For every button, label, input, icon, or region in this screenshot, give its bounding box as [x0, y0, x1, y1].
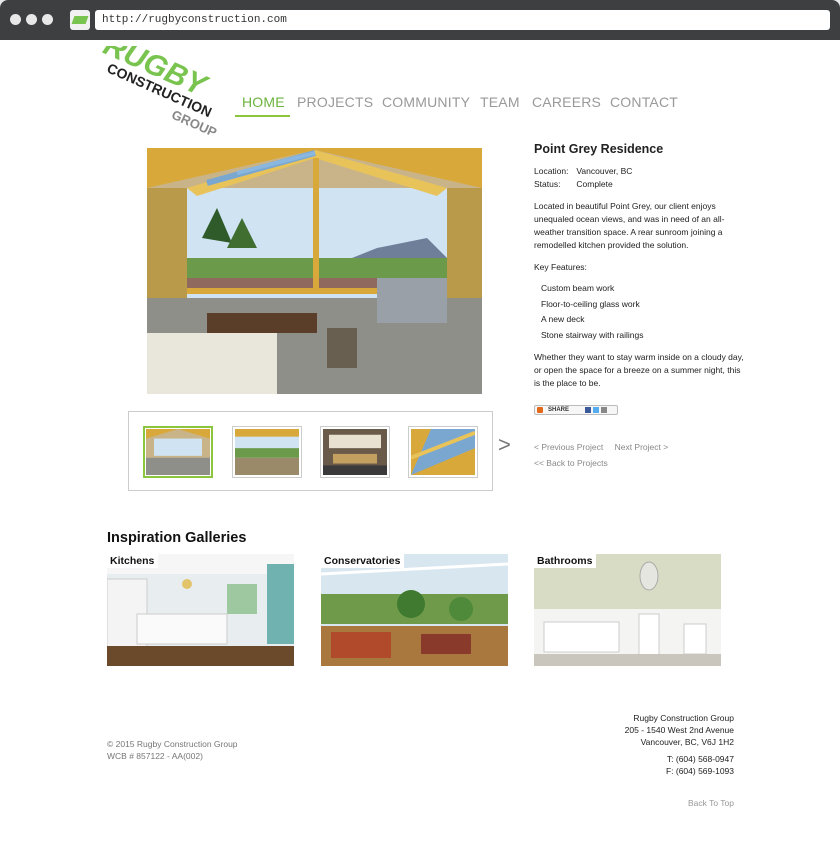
features-heading: Key Features: [534, 262, 587, 272]
feature-item: Stone stairway with railings [541, 329, 644, 340]
company-name: Rugby Construction Group [633, 713, 734, 723]
back-to-top-link[interactable]: Back To Top [688, 798, 734, 808]
thumbnail-next-arrow[interactable]: > [498, 434, 511, 456]
address-line2: Vancouver, BC, V6J 1H2 [640, 737, 734, 747]
gallery-label: Kitchens [107, 554, 159, 568]
address-line1: 205 - 1540 West 2nd Avenue [624, 725, 734, 735]
thumbnail-2[interactable] [232, 426, 302, 478]
thumbnail-3[interactable] [320, 426, 390, 478]
address-bar[interactable]: http://rugbyconstruction.com [95, 10, 830, 30]
thumbnail-strip [128, 411, 493, 491]
browser-window: http://rugbyconstruction.com RUGBY CONST… [0, 0, 840, 851]
status-row: Status: Complete [534, 179, 613, 189]
nav-item-careers[interactable]: CAREERS [532, 94, 601, 110]
window-dot-icon[interactable] [26, 14, 37, 25]
previous-project-link[interactable]: < Previous Project [534, 442, 603, 452]
share-button[interactable]: SHARE [534, 405, 618, 415]
nav-item-community[interactable]: COMMUNITY [382, 94, 470, 110]
share-plus-icon [537, 407, 543, 413]
window-dot-icon[interactable] [10, 14, 21, 25]
thumbnail-4[interactable] [408, 426, 478, 478]
status-value: Complete [576, 179, 613, 189]
social-icons [585, 407, 607, 413]
back-to-projects: << Back to Projects [534, 458, 608, 468]
project-title: Point Grey Residence [534, 142, 664, 156]
location-row: Location: Vancouver, BC [534, 166, 633, 176]
favicon-icon [70, 10, 90, 30]
thumbnail-1[interactable] [143, 426, 213, 478]
project-main-image [147, 148, 482, 394]
wcb-number: WCB # 857122 - AA(002) [107, 751, 203, 761]
nav-item-team[interactable]: TEAM [480, 94, 520, 110]
copyright: © 2015 Rugby Construction Group [107, 739, 238, 749]
gallery-label: Conservatories [321, 554, 405, 568]
back-to-projects-link[interactable]: << Back to Projects [534, 458, 608, 468]
location-value: Vancouver, BC [576, 166, 633, 176]
feature-item: Floor-to-ceiling glass work [541, 298, 640, 309]
nav-item-contact[interactable]: CONTACT [610, 94, 678, 110]
footer-legal: © 2015 Rugby Construction Group WCB # 85… [107, 738, 238, 762]
footer-address: Rugby Construction Group 205 - 1540 West… [625, 712, 734, 777]
next-project-link[interactable]: Next Project > [615, 442, 669, 452]
nav-item-home[interactable]: HOME [242, 94, 285, 110]
gallery-bathrooms[interactable]: Bathrooms [534, 554, 721, 666]
phone: T: (604) 568-0947 [666, 754, 734, 764]
rugby-logo[interactable]: RUGBY CONSTRUCTION GROUP [80, 46, 225, 136]
gallery-kitchens[interactable]: Kitchens [107, 554, 294, 666]
feature-item: Custom beam work [541, 283, 615, 293]
window-dot-icon[interactable] [42, 14, 53, 25]
browser-toolbar: http://rugbyconstruction.com [0, 0, 840, 40]
galleries-title: Inspiration Galleries [107, 530, 247, 546]
gallery-label: Bathrooms [534, 554, 597, 568]
nav-item-projects[interactable]: PROJECTS [297, 94, 373, 110]
project-description: Located in beautiful Point Grey, our cli… [534, 201, 725, 250]
fax: F: (604) 569-1093 [665, 766, 734, 776]
project-pager: < Previous Project Next Project > [534, 442, 668, 452]
nav-active-indicator [235, 115, 290, 117]
gallery-conservatories[interactable]: Conservatories [321, 554, 508, 666]
project-closing: Whether they want to stay warm inside on… [534, 351, 744, 388]
features-list: Custom beam work Floor-to-ceiling glass … [541, 282, 744, 342]
feature-item: A new deck [541, 314, 585, 325]
project-info: Point Grey Residence Location: Vancouver… [534, 143, 744, 390]
